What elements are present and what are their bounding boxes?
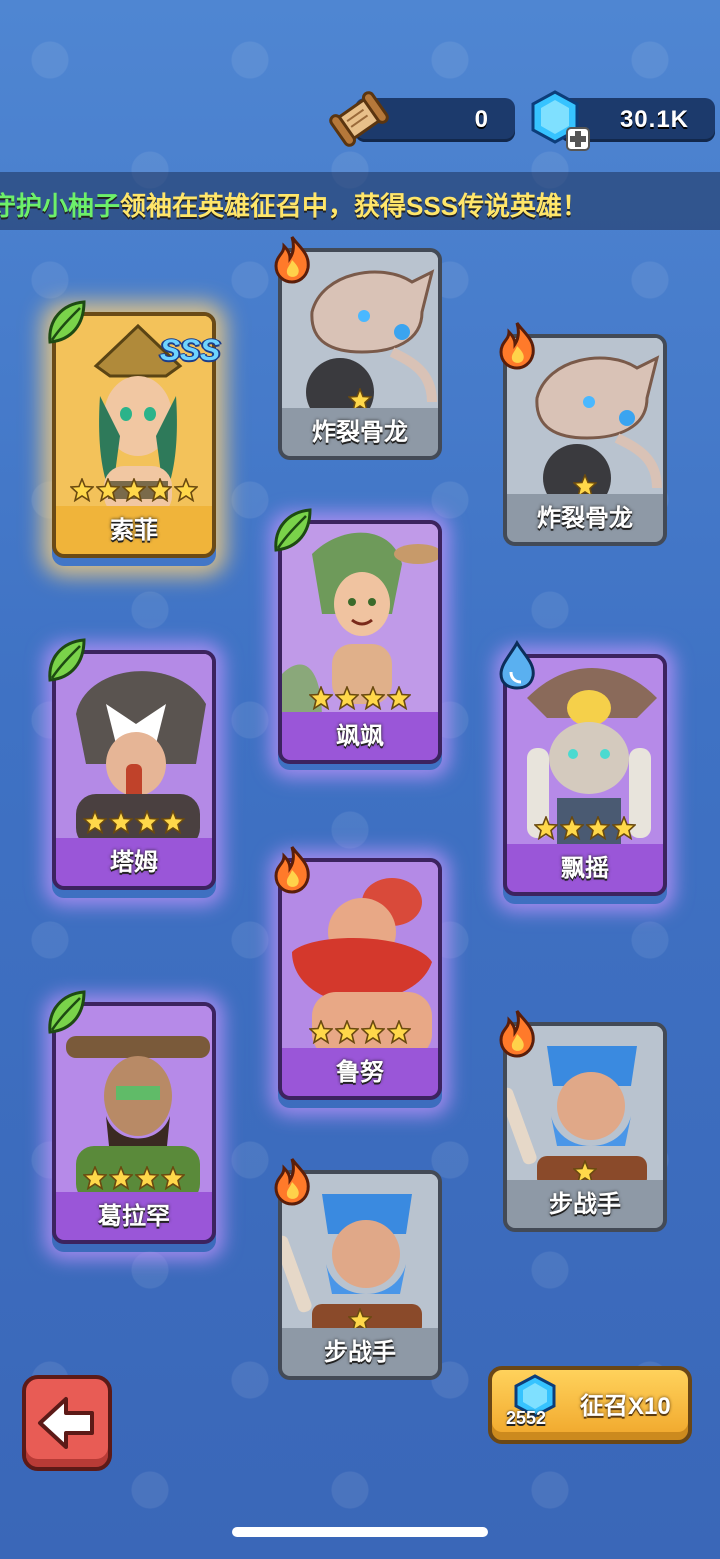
star-rating bbox=[52, 1166, 216, 1195]
banner-message: 领袖在英雄征召中，获得SSS传说英雄！ bbox=[120, 191, 589, 221]
hero-name: 葛拉罕 bbox=[52, 1192, 216, 1244]
recruit-x10-button[interactable]: 2552 征召X10 bbox=[488, 1366, 692, 1444]
star-icon bbox=[109, 1166, 133, 1190]
fire-icon bbox=[270, 844, 314, 894]
star-icon bbox=[309, 686, 333, 710]
leaf-icon bbox=[44, 988, 88, 1038]
star-rating bbox=[278, 1020, 442, 1049]
announcement-banner: 守护小柚子领袖在英雄征召中，获得SSS传说英雄！ bbox=[0, 172, 720, 230]
water-icon bbox=[495, 640, 539, 690]
gem-plus-icon[interactable] bbox=[527, 88, 593, 154]
leaf-icon bbox=[44, 298, 88, 348]
star-icon bbox=[70, 478, 94, 502]
hero-name: 飘摇 bbox=[503, 844, 667, 896]
back-button[interactable] bbox=[22, 1375, 112, 1471]
star-icon bbox=[361, 686, 385, 710]
star-icon bbox=[387, 686, 411, 710]
star-icon bbox=[387, 1020, 411, 1044]
leaf-icon bbox=[270, 506, 314, 556]
hero-card-lunu[interactable]: 鲁努 bbox=[278, 858, 442, 1108]
star-icon bbox=[96, 478, 120, 502]
hero-card-footsoldier[interactable]: 步战手 bbox=[278, 1170, 442, 1380]
star-icon bbox=[148, 478, 172, 502]
scroll-icon bbox=[329, 91, 389, 147]
sss-rank-badge: SSS bbox=[159, 334, 220, 367]
hero-card-bone-dragon[interactable]: 炸裂骨龙 bbox=[278, 248, 442, 460]
hero-card-sophie[interactable]: 索菲 SSS bbox=[52, 312, 220, 566]
scroll-count: 0 bbox=[474, 106, 489, 133]
hero-card-piaoyao[interactable]: 飘摇 bbox=[503, 654, 667, 904]
star-rating bbox=[278, 686, 442, 715]
hero-name: 鲁努 bbox=[278, 1048, 442, 1100]
star-icon bbox=[135, 1166, 159, 1190]
star-icon bbox=[161, 1166, 185, 1190]
fire-icon bbox=[270, 234, 314, 284]
star-icon bbox=[361, 1020, 385, 1044]
star-rating bbox=[52, 810, 216, 839]
star-icon bbox=[335, 1020, 359, 1044]
star-icon bbox=[174, 478, 198, 502]
leaf-icon bbox=[44, 636, 88, 686]
star-icon bbox=[109, 810, 133, 834]
star-icon bbox=[534, 816, 558, 840]
recruit-cost: 2552 bbox=[506, 1408, 547, 1428]
hero-name: 塔姆 bbox=[52, 838, 216, 890]
star-icon bbox=[309, 1020, 333, 1044]
hero-name: 步战手 bbox=[503, 1180, 667, 1232]
banner-player-name: 守护小柚子 bbox=[0, 191, 121, 221]
gem-count: 30.1K bbox=[619, 106, 689, 133]
star-icon bbox=[161, 810, 185, 834]
star-icon bbox=[560, 816, 584, 840]
star-rating bbox=[52, 478, 216, 507]
star-icon bbox=[83, 1166, 107, 1190]
star-icon bbox=[83, 810, 107, 834]
fire-icon bbox=[495, 320, 539, 370]
hero-card-bone-dragon[interactable]: 炸裂骨龙 bbox=[503, 334, 667, 546]
home-indicator[interactable] bbox=[232, 1527, 488, 1537]
hero-name: 步战手 bbox=[278, 1328, 442, 1380]
recruit-label: 征召X10 bbox=[580, 1393, 671, 1420]
star-icon bbox=[612, 816, 636, 840]
star-icon bbox=[586, 816, 610, 840]
hero-name: 飒飒 bbox=[278, 712, 442, 764]
arrow-left-icon bbox=[38, 1397, 94, 1449]
star-icon bbox=[335, 686, 359, 710]
hero-card-tamu[interactable]: 塔姆 bbox=[52, 650, 216, 898]
hero-card-sasa[interactable]: 飒飒 bbox=[278, 520, 442, 770]
fire-icon bbox=[270, 1156, 314, 1206]
star-rating bbox=[503, 816, 667, 845]
hero-card-footsoldier[interactable]: 步战手 bbox=[503, 1022, 667, 1232]
hero-name: 炸裂骨龙 bbox=[503, 494, 667, 546]
hero-name: 索菲 bbox=[52, 506, 216, 558]
star-icon bbox=[135, 810, 159, 834]
hero-name: 炸裂骨龙 bbox=[278, 408, 442, 460]
fire-icon bbox=[495, 1008, 539, 1058]
star-icon bbox=[122, 478, 146, 502]
hero-card-graham[interactable]: 葛拉罕 bbox=[52, 1002, 216, 1252]
